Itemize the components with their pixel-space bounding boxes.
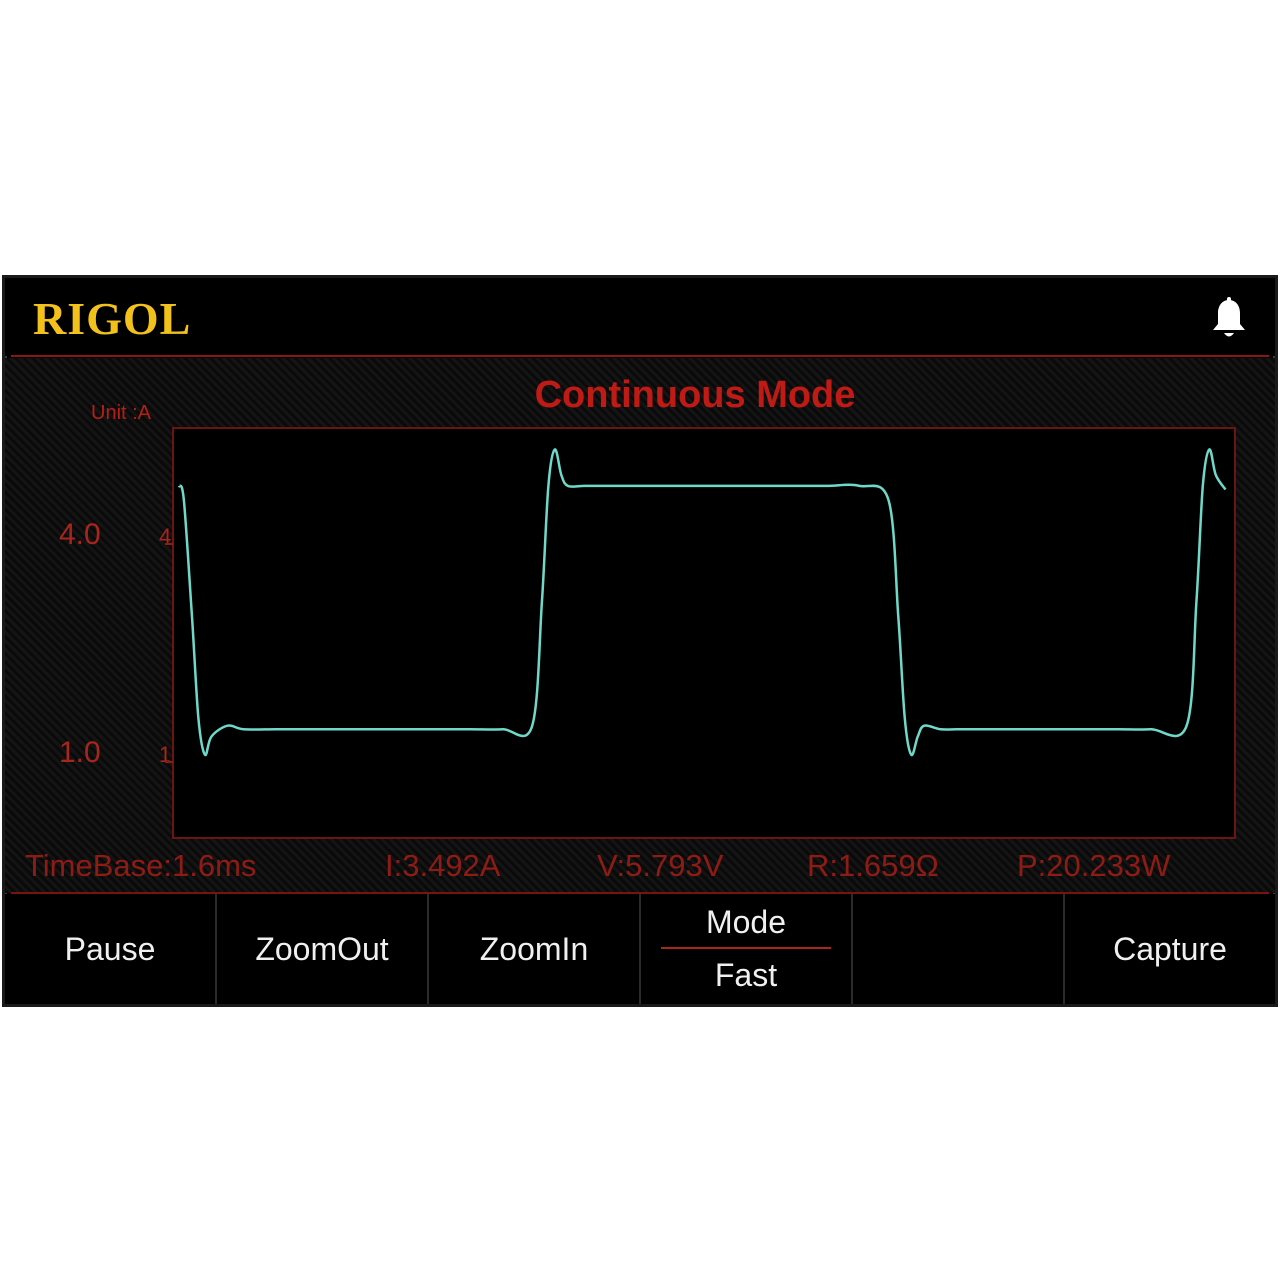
zoom-out-button[interactable]: ZoomOut xyxy=(217,894,429,1004)
status-bar: TimeBase:1.6ms I:3.492A V:5.793V R:1.659… xyxy=(5,848,1275,888)
plot-frame xyxy=(172,427,1236,839)
header-divider xyxy=(11,355,1269,357)
mode-value: Fast xyxy=(714,957,778,993)
mode-button[interactable]: Mode Fast xyxy=(641,894,853,1004)
waveform-plot xyxy=(165,427,1236,839)
mode-separator xyxy=(661,947,831,949)
timebase-readout: TimeBase:1.6ms xyxy=(25,848,257,883)
capture-button[interactable]: Capture xyxy=(1065,894,1275,1004)
instrument-screen: RIGOL Continuous Mode Unit :A 4.0 4 1.0 … xyxy=(2,275,1278,1007)
rigol-logo: RIGOL xyxy=(33,293,192,344)
power-readout: P:20.233W xyxy=(1017,848,1171,883)
capture-label: Capture xyxy=(1113,930,1227,967)
mode-label: Mode xyxy=(705,904,787,940)
resistance-readout: R:1.659Ω xyxy=(807,848,939,883)
pause-label: Pause xyxy=(64,930,156,967)
zoom-out-label: ZoomOut xyxy=(255,930,389,967)
zoom-in-button[interactable]: ZoomIn xyxy=(429,894,641,1004)
softkey-bar: Pause ZoomOut ZoomIn Mode Fast Capture xyxy=(5,894,1275,1004)
pause-button[interactable]: Pause xyxy=(5,894,217,1004)
blank-softkey[interactable] xyxy=(853,894,1065,1004)
waveform-display: Continuous Mode Unit :A 4.0 4 1.0 1 xyxy=(5,358,1275,893)
bell-icon[interactable] xyxy=(1209,296,1249,344)
voltage-readout: V:5.793V xyxy=(597,848,724,883)
current-readout: I:3.492A xyxy=(385,848,501,883)
header-bar: RIGOL xyxy=(5,278,1275,356)
zoom-in-label: ZoomIn xyxy=(479,930,589,967)
